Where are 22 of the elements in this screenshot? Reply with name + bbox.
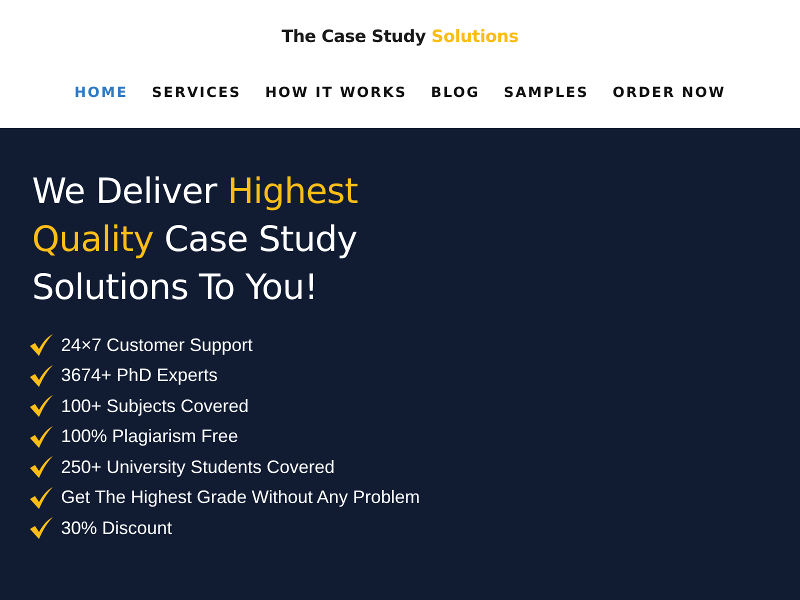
checkmark-icon: [28, 486, 54, 510]
nav-link[interactable]: SAMPLES: [504, 85, 589, 101]
feature-text: 3674+ PhD Experts: [61, 365, 218, 386]
hero-heading: We Deliver Highest Quality Case Study Solutions To You!: [32, 171, 359, 310]
feature-text: 100% Plagiarism Free: [61, 426, 238, 448]
checkmark-icon: [28, 455, 54, 480]
nav-link[interactable]: HOME: [74, 85, 128, 101]
checkmark-icon: [28, 364, 54, 388]
feature-text: 100+ Subjects Covered: [61, 396, 249, 417]
feature-text: 30% Discount: [61, 518, 172, 539]
checkmark-icon: [28, 516, 54, 540]
nav-link[interactable]: ORDER NOW: [612, 85, 726, 101]
checkmark-icon: [28, 333, 54, 358]
feature-text: 24×7 Customer Support: [61, 334, 253, 356]
nav-link[interactable]: HOW IT WORKS: [265, 85, 407, 101]
nav-link[interactable]: BLOG: [430, 85, 480, 101]
feature-text: Get The Highest Grade Without Any Problem: [61, 487, 420, 508]
checkmark-icon: [28, 394, 54, 418]
feature-text: 250+ University Students Covered: [61, 456, 335, 478]
checkmark-icon: [28, 424, 54, 449]
site-logo[interactable]: The Case Study Solutions: [282, 27, 518, 47]
nav-link[interactable]: SERVICES: [152, 85, 242, 101]
